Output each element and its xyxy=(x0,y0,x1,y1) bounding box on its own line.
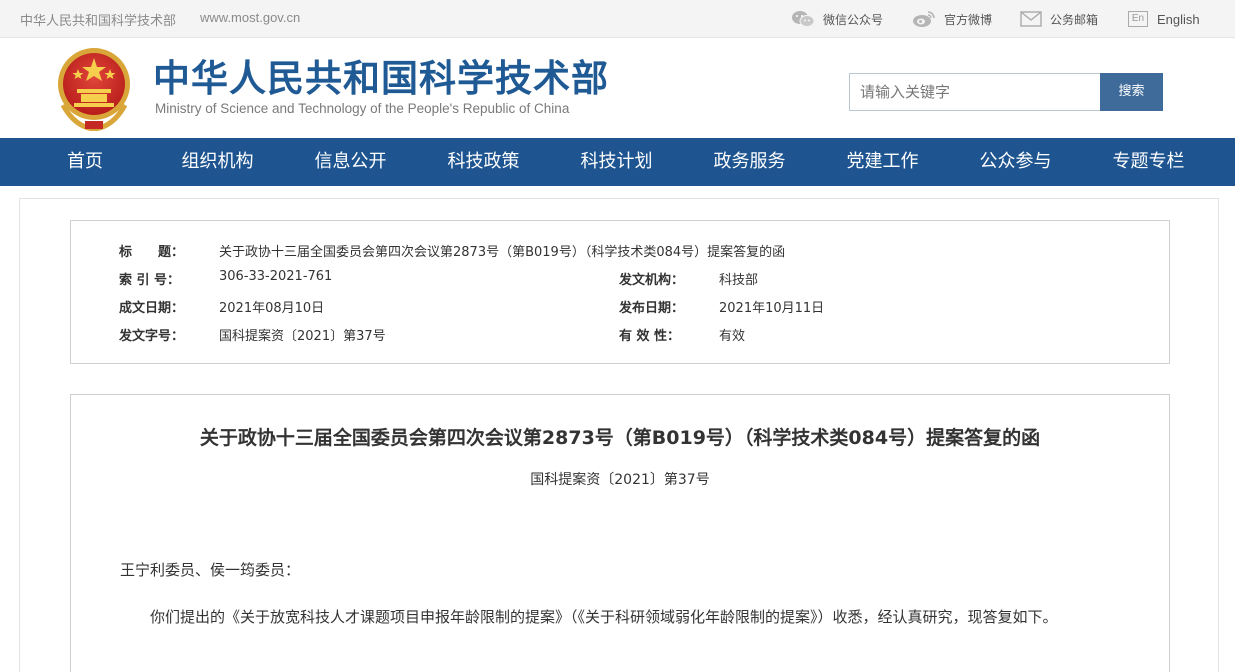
site-header: 中华人民共和国科学技术部 Ministry of Science and Tec… xyxy=(0,39,1235,138)
mail-label: 公务邮箱 xyxy=(1050,12,1099,27)
english-badge-icon: En xyxy=(1128,11,1148,27)
meta-title-value: 关于政协十三届全国委员会第四次会议第2873号（第B019号）（科学技术类084… xyxy=(219,245,786,260)
meta-published-label: 发布日期： xyxy=(619,301,685,316)
meta-validity-label: 有 效 性： xyxy=(619,329,681,344)
nav-item-special[interactable]: 专题专栏 xyxy=(1101,138,1196,186)
english-label: English xyxy=(1157,11,1200,27)
nav-item-organization[interactable]: 组织机构 xyxy=(170,138,265,186)
nav-item-policy[interactable]: 科技政策 xyxy=(436,138,531,186)
meta-validity-value: 有效 xyxy=(719,329,746,344)
meta-published-value: 2021年10月11日 xyxy=(719,301,825,316)
site-name[interactable]: 中华人民共和国科学技术部 xyxy=(20,10,176,29)
meta-created-value: 2021年08月10日 xyxy=(219,301,325,316)
english-link[interactable]: En English xyxy=(1128,9,1200,29)
meta-index-label: 索 引 号： xyxy=(119,273,181,288)
nav-item-programs[interactable]: 科技计划 xyxy=(569,138,664,186)
article-title: 关于政协十三届全国委员会第四次会议第2873号（第B019号）（科学技术类084… xyxy=(199,427,1041,449)
weibo-link[interactable]: 官方微博 xyxy=(912,9,992,29)
weibo-icon xyxy=(913,11,935,27)
nav-item-info-disclosure[interactable]: 信息公开 xyxy=(303,138,398,186)
top-utility-bar: 中华人民共和国科学技术部 www.most.gov.cn 微信公众号 官方微博 … xyxy=(0,0,1235,38)
national-emblem-logo[interactable] xyxy=(55,45,133,131)
search-button[interactable]: 搜索 xyxy=(1100,73,1163,111)
document-metadata: 标 题： 关于政协十三届全国委员会第四次会议第2873号（第B019号）（科学技… xyxy=(70,220,1170,364)
article-doc-number: 国科提案资〔2021〕第37号 xyxy=(530,472,710,488)
content-area: 标 题： 关于政协十三届全国委员会第四次会议第2873号（第B019号）（科学技… xyxy=(19,198,1219,672)
wechat-link[interactable]: 微信公众号 xyxy=(791,9,883,29)
meta-docno-label: 发文字号： xyxy=(119,329,185,344)
search-input[interactable] xyxy=(849,73,1101,111)
ministry-name-en: Ministry of Science and Technology of th… xyxy=(155,101,570,116)
article-salutation: 王宁利委员、侯一筠委员： xyxy=(120,561,301,579)
main-nav: 首页 组织机构 信息公开 科技政策 科技计划 政务服务 党建工作 公众参与 专题… xyxy=(0,138,1235,186)
mail-link[interactable]: 公务邮箱 xyxy=(1020,9,1098,29)
wechat-icon xyxy=(792,11,815,27)
site-url[interactable]: www.most.gov.cn xyxy=(200,10,300,25)
article-paragraph: 你们提出的《关于放宽科技人才课题项目申报年龄限制的提案》（《关于科研领域弱化年龄… xyxy=(150,608,1058,626)
nav-item-home[interactable]: 首页 xyxy=(40,138,130,186)
meta-org-value: 科技部 xyxy=(719,273,759,288)
mail-icon xyxy=(1020,11,1042,27)
meta-title-label: 标 题： xyxy=(119,245,185,260)
nav-item-party[interactable]: 党建工作 xyxy=(835,138,930,186)
article-body: 关于政协十三届全国委员会第四次会议第2873号（第B019号）（科学技术类084… xyxy=(70,394,1170,672)
meta-index-value: 306-33-2021-761 xyxy=(219,269,333,284)
meta-docno-value: 国科提案资〔2021〕第37号 xyxy=(219,329,386,344)
nav-item-participation[interactable]: 公众参与 xyxy=(968,138,1063,186)
weibo-label: 官方微博 xyxy=(944,12,993,27)
meta-org-label: 发文机构： xyxy=(619,273,685,288)
wechat-label: 微信公众号 xyxy=(823,12,884,27)
meta-created-label: 成文日期： xyxy=(119,301,185,316)
ministry-name-cn: 中华人民共和国科学技术部 xyxy=(153,57,609,100)
nav-item-services[interactable]: 政务服务 xyxy=(702,138,797,186)
